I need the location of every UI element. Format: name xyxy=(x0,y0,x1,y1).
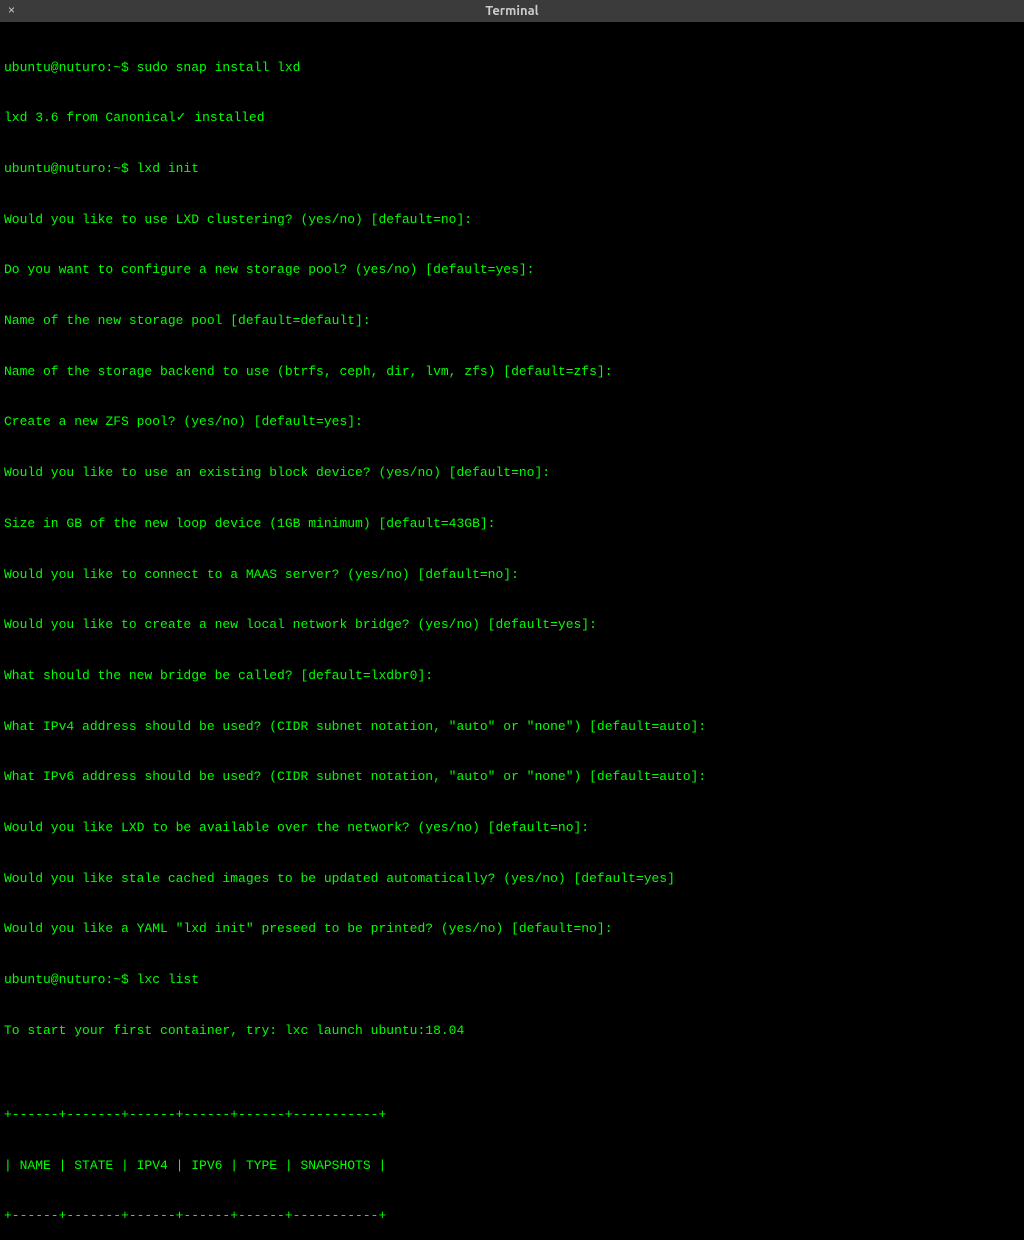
terminal-line: What IPv6 address should be used? (CIDR … xyxy=(4,769,1020,786)
terminal-line: Size in GB of the new loop device (1GB m… xyxy=(4,516,1020,533)
terminal-line: What should the new bridge be called? [d… xyxy=(4,668,1020,685)
terminal-line: ubuntu@nuturo:~$ lxc list xyxy=(4,972,1020,989)
window-title: Terminal xyxy=(485,3,538,20)
terminal-line: +------+-------+------+------+------+---… xyxy=(4,1107,1020,1124)
terminal-line: +------+-------+------+------+------+---… xyxy=(4,1208,1020,1225)
terminal-line: ubuntu@nuturo:~$ sudo snap install lxd xyxy=(4,60,1020,77)
terminal-line: Do you want to configure a new storage p… xyxy=(4,262,1020,279)
terminal-line: Would you like a YAML "lxd init" preseed… xyxy=(4,921,1020,938)
title-bar: × Terminal xyxy=(0,0,1024,22)
terminal-line: What IPv4 address should be used? (CIDR … xyxy=(4,719,1020,736)
terminal-line: | NAME | STATE | IPV4 | IPV6 | TYPE | SN… xyxy=(4,1158,1020,1175)
terminal-line: Name of the storage backend to use (btrf… xyxy=(4,364,1020,381)
terminal-line: Would you like to use LXD clustering? (y… xyxy=(4,212,1020,229)
terminal-line: Would you like to connect to a MAAS serv… xyxy=(4,567,1020,584)
terminal-line: Name of the new storage pool [default=de… xyxy=(4,313,1020,330)
terminal-line: Would you like LXD to be available over … xyxy=(4,820,1020,837)
terminal-line: Would you like stale cached images to be… xyxy=(4,871,1020,888)
terminal-line: lxd 3.6 from Canonical✓ installed xyxy=(4,110,1020,127)
terminal-line: Create a new ZFS pool? (yes/no) [default… xyxy=(4,414,1020,431)
terminal-line: Would you like to use an existing block … xyxy=(4,465,1020,482)
terminal-line: ubuntu@nuturo:~$ lxd init xyxy=(4,161,1020,178)
terminal-content[interactable]: ubuntu@nuturo:~$ sudo snap install lxd l… xyxy=(0,22,1024,1240)
terminal-line: To start your first container, try: lxc … xyxy=(4,1023,1020,1040)
close-icon[interactable]: × xyxy=(8,3,15,19)
